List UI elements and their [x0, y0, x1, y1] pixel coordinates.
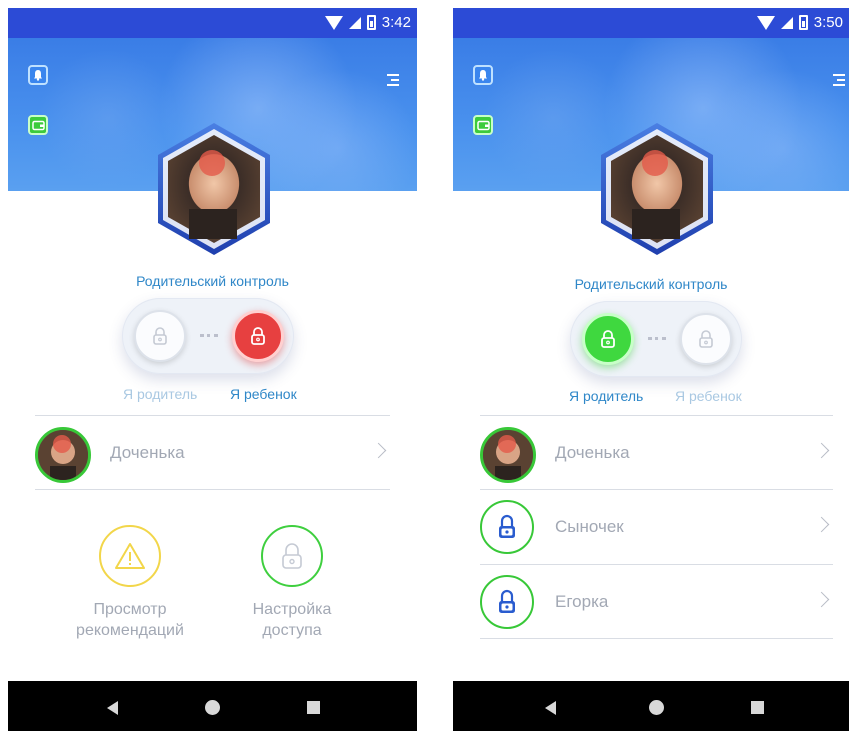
divider — [35, 489, 390, 490]
status-time: 3:50 — [813, 14, 843, 31]
phone-screen-left: 3:42 Родительский контроль Я родитель Я … — [8, 8, 417, 731]
profile-hexagon-avatar — [154, 121, 274, 257]
screenshot-pair: 3:42 Родительский контроль Я родитель Я … — [0, 0, 849, 731]
chevron-right-icon — [813, 591, 830, 608]
signal-icon — [780, 16, 793, 29]
profile-name: Егорка — [555, 592, 609, 611]
lock-icon — [480, 500, 534, 554]
switch-dots — [200, 334, 218, 338]
profile-hexagon-avatar — [597, 121, 717, 257]
wifi-icon — [324, 15, 343, 30]
parent-lock-knob[interactable] — [134, 310, 186, 362]
lock-icon — [480, 575, 534, 629]
android-nav-bar — [8, 681, 417, 731]
parental-control-title: Родительский контроль — [136, 273, 289, 289]
action-label-line1: Просмотр — [93, 601, 167, 618]
profile-name: Сыночек — [555, 517, 624, 536]
switch-dots — [648, 337, 666, 341]
profile-name: Доченька — [555, 443, 630, 462]
menu-icon[interactable] — [831, 74, 845, 87]
recents-icon[interactable] — [307, 701, 320, 714]
status-bar: 3:50 — [453, 8, 849, 38]
role-parent-label[interactable]: Я родитель — [123, 386, 197, 402]
back-icon[interactable] — [107, 701, 118, 715]
divider — [480, 638, 833, 639]
action-label-line2: доступа — [262, 622, 322, 639]
parent-lock-knob-active[interactable] — [582, 313, 634, 365]
chevron-right-icon — [813, 516, 830, 533]
back-icon[interactable] — [545, 701, 556, 715]
wifi-icon — [756, 15, 775, 30]
action-label-line2: рекомендаций — [76, 622, 184, 639]
role-parent-label[interactable]: Я родитель — [569, 388, 643, 404]
action-label-line1: Настройка — [252, 601, 332, 618]
wallet-icon[interactable] — [28, 115, 48, 135]
battery-icon — [798, 15, 808, 30]
parental-control-switch[interactable] — [570, 301, 742, 377]
parental-control-title: Родительский контроль — [574, 276, 728, 292]
view-recommendations-button[interactable]: Просмотр рекомендаций — [65, 525, 195, 641]
profile-row[interactable]: Доченька — [35, 415, 390, 489]
status-bar: 3:42 — [8, 8, 417, 38]
signal-icon — [348, 16, 361, 29]
warning-icon — [99, 525, 161, 587]
menu-icon[interactable] — [385, 74, 399, 87]
bell-icon[interactable] — [473, 65, 493, 85]
profile-row[interactable]: Доченька — [480, 415, 833, 489]
role-child-label[interactable]: Я ребенок — [230, 386, 297, 402]
wallet-icon[interactable] — [473, 115, 493, 135]
access-settings-button[interactable]: Настройка доступа — [227, 525, 357, 641]
chevron-right-icon — [813, 442, 830, 459]
parental-control-switch[interactable] — [122, 298, 294, 374]
chevron-right-icon — [370, 442, 387, 459]
profile-row[interactable]: Егорка — [480, 564, 833, 638]
child-lock-knob[interactable] — [680, 313, 732, 365]
recents-icon[interactable] — [751, 701, 764, 714]
phone-screen-right: 3:50 Родительский контроль Я родитель Я … — [453, 8, 849, 731]
profile-row[interactable]: Сыночек — [480, 489, 833, 563]
child-lock-knob-active[interactable] — [232, 310, 284, 362]
home-icon[interactable] — [649, 700, 664, 715]
battery-icon — [366, 15, 376, 30]
bell-icon[interactable] — [28, 65, 48, 85]
child-avatar — [35, 427, 91, 483]
status-time: 3:42 — [381, 14, 411, 31]
android-nav-bar — [453, 681, 849, 731]
profile-name: Доченька — [110, 443, 185, 462]
child-avatar — [480, 427, 536, 483]
home-icon[interactable] — [205, 700, 220, 715]
lock-icon — [261, 525, 323, 587]
role-child-label[interactable]: Я ребенок — [675, 388, 742, 404]
